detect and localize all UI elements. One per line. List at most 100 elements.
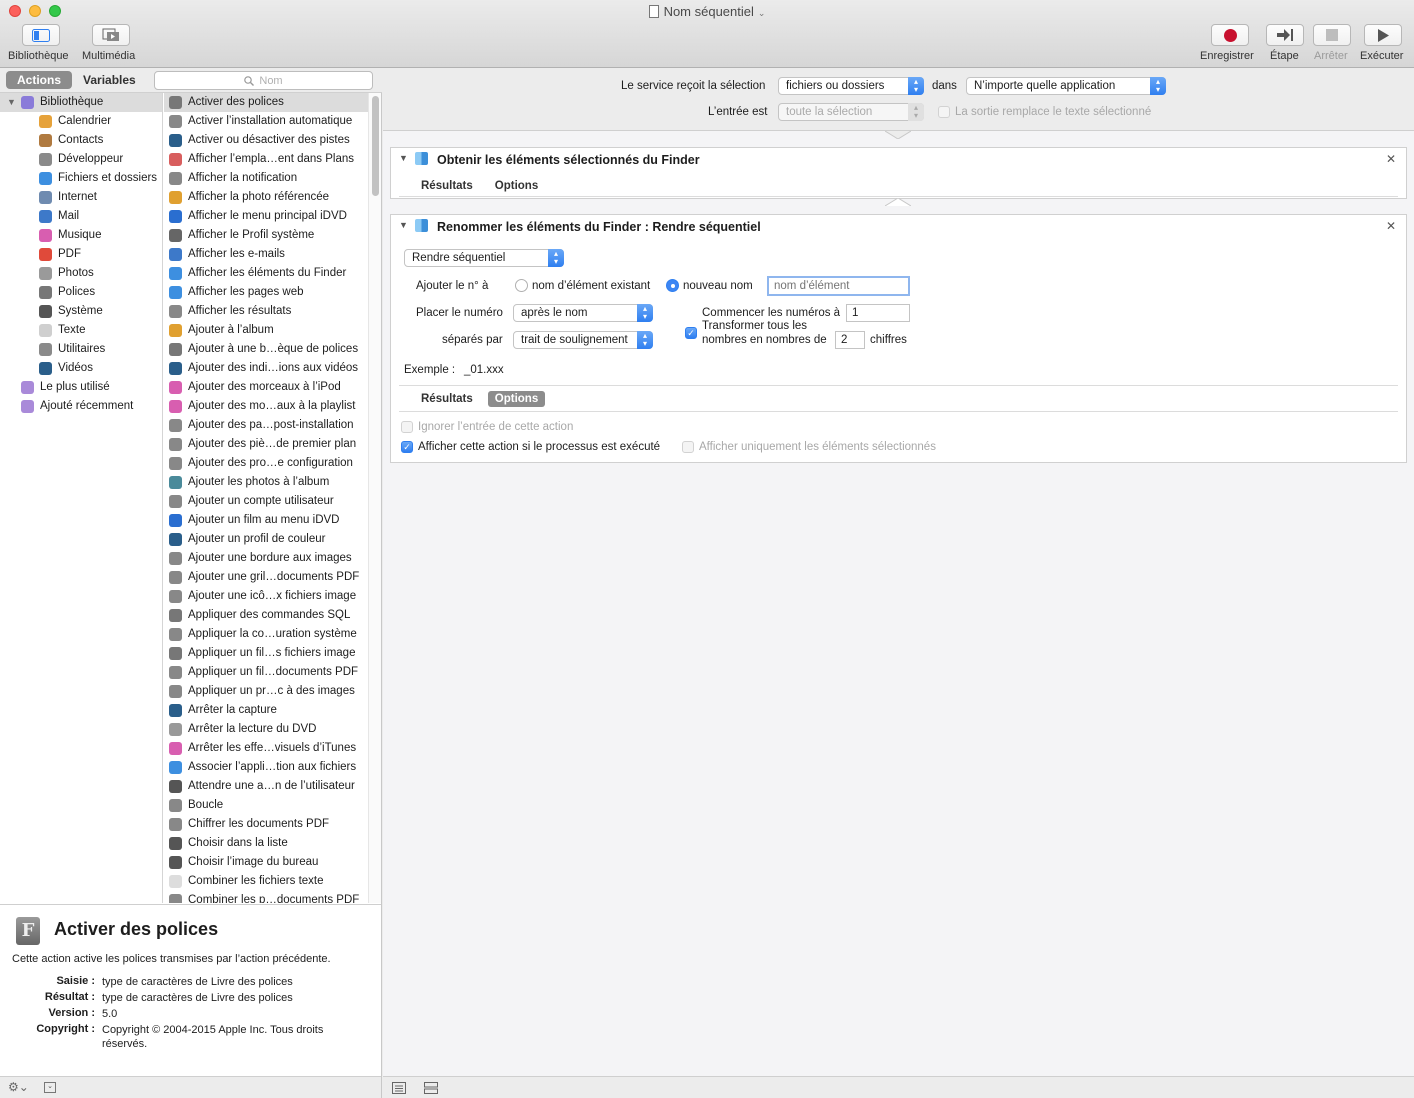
action-list-item[interactable]: Ajouter une bordure aux images (164, 549, 368, 568)
run-button[interactable] (1364, 24, 1402, 46)
action-list-item[interactable]: Ajouter une gril…documents PDF (164, 568, 368, 587)
separator-popup[interactable]: trait de soulignement ▴ ▾ (513, 331, 653, 349)
close-icon[interactable]: ✕ (1386, 152, 1396, 166)
tab-options[interactable]: Options (488, 178, 545, 194)
action-list-item[interactable]: Choisir dans la liste (164, 834, 368, 853)
action-list-item[interactable]: Afficher la notification (164, 169, 368, 188)
action-list-scrollbar[interactable] (368, 93, 381, 903)
step-button[interactable] (1266, 24, 1304, 46)
action-list-item[interactable]: Arrêter les effe…visuels d’iTunes (164, 739, 368, 758)
library-item[interactable]: Fichiers et dossiers (0, 169, 162, 188)
library-item[interactable]: PDF (0, 245, 162, 264)
transform-numbers-checkbox[interactable]: ✓ (685, 327, 697, 339)
action-list-item[interactable]: Ajouter des pa…post-installation (164, 416, 368, 435)
action-list-item[interactable]: Appliquer des commandes SQL (164, 606, 368, 625)
rename-mode-popup[interactable]: Rendre séquentiel ▴ ▾ (404, 249, 564, 267)
action-list-item[interactable]: Boucle (164, 796, 368, 815)
tab-variables[interactable]: Variables (72, 71, 147, 89)
action-list-item[interactable]: Appliquer la co…uration système (164, 625, 368, 644)
action-list-item[interactable]: Activer ou désactiver des pistes (164, 131, 368, 150)
action-list-item[interactable]: Ajouter à une b…èque de polices (164, 340, 368, 359)
library-item[interactable]: Le plus utilisé (0, 378, 162, 397)
action-list-item[interactable]: Ajouter un profil de couleur (164, 530, 368, 549)
variables-view-icon[interactable] (424, 1082, 438, 1094)
action-list-item[interactable]: Activer l’installation automatique (164, 112, 368, 131)
media-button[interactable] (92, 24, 130, 46)
library-item[interactable]: Ajouté récemment (0, 397, 162, 416)
action-list-item[interactable]: Afficher le menu principal iDVD (164, 207, 368, 226)
ignore-input-checkbox[interactable] (401, 421, 413, 433)
action-list-item[interactable]: Afficher l’empla…ent dans Plans (164, 150, 368, 169)
action-list-item[interactable]: Ajouter des mo…aux à la playlist (164, 397, 368, 416)
action-list-item[interactable]: Ajouter les photos à l’album (164, 473, 368, 492)
action-list-item[interactable]: Appliquer un fil…s fichiers image (164, 644, 368, 663)
tab-options[interactable]: Options (487, 391, 546, 407)
new-name-input[interactable] (767, 276, 910, 296)
library-item[interactable]: Mail (0, 207, 162, 226)
library-item[interactable]: Internet (0, 188, 162, 207)
disclosure-triangle-icon[interactable]: ▼ (399, 220, 408, 230)
scroll-thumb[interactable] (372, 96, 379, 196)
action-list-item[interactable]: Ajouter une icô…x fichiers image (164, 587, 368, 606)
library-item[interactable]: Calendrier (0, 112, 162, 131)
radio-existing-name[interactable] (515, 279, 528, 292)
digits-field[interactable]: 2 (835, 331, 865, 349)
tab-results[interactable]: Résultats (414, 178, 480, 194)
tab-results[interactable]: Résultats (414, 391, 480, 407)
disclosure-triangle-icon[interactable]: ▼ (399, 153, 408, 163)
action-list-item[interactable]: Afficher les e-mails (164, 245, 368, 264)
action-list-item[interactable]: Arrêter la lecture du DVD (164, 720, 368, 739)
window-title[interactable]: Nom séquentiel ⌄ (0, 4, 1414, 19)
action-list-item[interactable]: Chiffrer les documents PDF (164, 815, 368, 834)
library-item[interactable]: Système (0, 302, 162, 321)
show-action-checkbox[interactable]: ✓ (401, 441, 413, 453)
action-list-item[interactable]: Afficher les pages web (164, 283, 368, 302)
action-list-item[interactable]: Arrêter la capture (164, 701, 368, 720)
log-view-icon[interactable] (392, 1082, 406, 1094)
action-list-item[interactable]: Activer des polices (164, 93, 368, 112)
show-selected-only-checkbox[interactable] (682, 441, 694, 453)
action-list-item[interactable]: Afficher le Profil système (164, 226, 368, 245)
start-number-field[interactable]: 1 (846, 304, 910, 322)
action-list-item[interactable]: Combiner les p…documents PDF (164, 891, 368, 903)
library-item[interactable]: Développeur (0, 150, 162, 169)
disclosure-triangle-icon[interactable]: ▼ (7, 93, 17, 112)
action-list-item[interactable]: Associer l’appli…tion aux fichiers (164, 758, 368, 777)
library-item[interactable]: Photos (0, 264, 162, 283)
action-list-item[interactable]: Ajouter des piè…de premier plan (164, 435, 368, 454)
description-toggle-icon[interactable]: ⌄ (44, 1082, 56, 1093)
library-item[interactable]: Texte (0, 321, 162, 340)
action-list-item[interactable]: Ajouter un film au menu iDVD (164, 511, 368, 530)
tab-actions[interactable]: Actions (6, 71, 73, 89)
radio-new-name[interactable] (666, 279, 679, 292)
action-list-item[interactable]: Ajouter des pro…e configuration (164, 454, 368, 473)
action-list-item[interactable]: Ajouter un compte utilisateur (164, 492, 368, 511)
action-list-item[interactable]: Attendre une a…n de l’utilisateur (164, 777, 368, 796)
input-is-popup[interactable]: toute la sélection ▴ ▾ (778, 103, 924, 121)
library-item[interactable]: Vidéos (0, 359, 162, 378)
stop-button[interactable] (1313, 24, 1351, 46)
library-item[interactable]: ▼ Bibliothèque (0, 93, 162, 112)
action-list-item[interactable]: Ajouter des indi…ions aux vidéos (164, 359, 368, 378)
action-list-item[interactable]: Ajouter à l’album (164, 321, 368, 340)
library-button[interactable] (22, 24, 60, 46)
action-list-item[interactable]: Afficher la photo référencée (164, 188, 368, 207)
action-list-item[interactable]: Ajouter des morceaux à l’iPod (164, 378, 368, 397)
replace-text-checkbox[interactable] (938, 106, 950, 118)
search-input[interactable]: Nom (154, 71, 373, 90)
library-item[interactable]: Contacts (0, 131, 162, 150)
library-item[interactable]: Musique (0, 226, 162, 245)
action-list-item[interactable]: Combiner les fichiers texte (164, 872, 368, 891)
action-list-item[interactable]: Choisir l’image du bureau (164, 853, 368, 872)
place-number-popup[interactable]: après le nom ▴ ▾ (513, 304, 653, 322)
library-item[interactable]: Utilitaires (0, 340, 162, 359)
record-button[interactable] (1211, 24, 1249, 46)
close-icon[interactable]: ✕ (1386, 219, 1396, 233)
application-popup[interactable]: N’importe quelle application ▴ ▾ (966, 77, 1166, 95)
action-list-item[interactable]: Afficher les éléments du Finder (164, 264, 368, 283)
action-list-item[interactable]: Appliquer un pr…c à des images (164, 682, 368, 701)
action-list-item[interactable]: Afficher les résultats (164, 302, 368, 321)
action-list-item[interactable]: Appliquer un fil…documents PDF (164, 663, 368, 682)
gear-icon[interactable]: ⚙⌄ (8, 1080, 29, 1094)
library-item[interactable]: Polices (0, 283, 162, 302)
